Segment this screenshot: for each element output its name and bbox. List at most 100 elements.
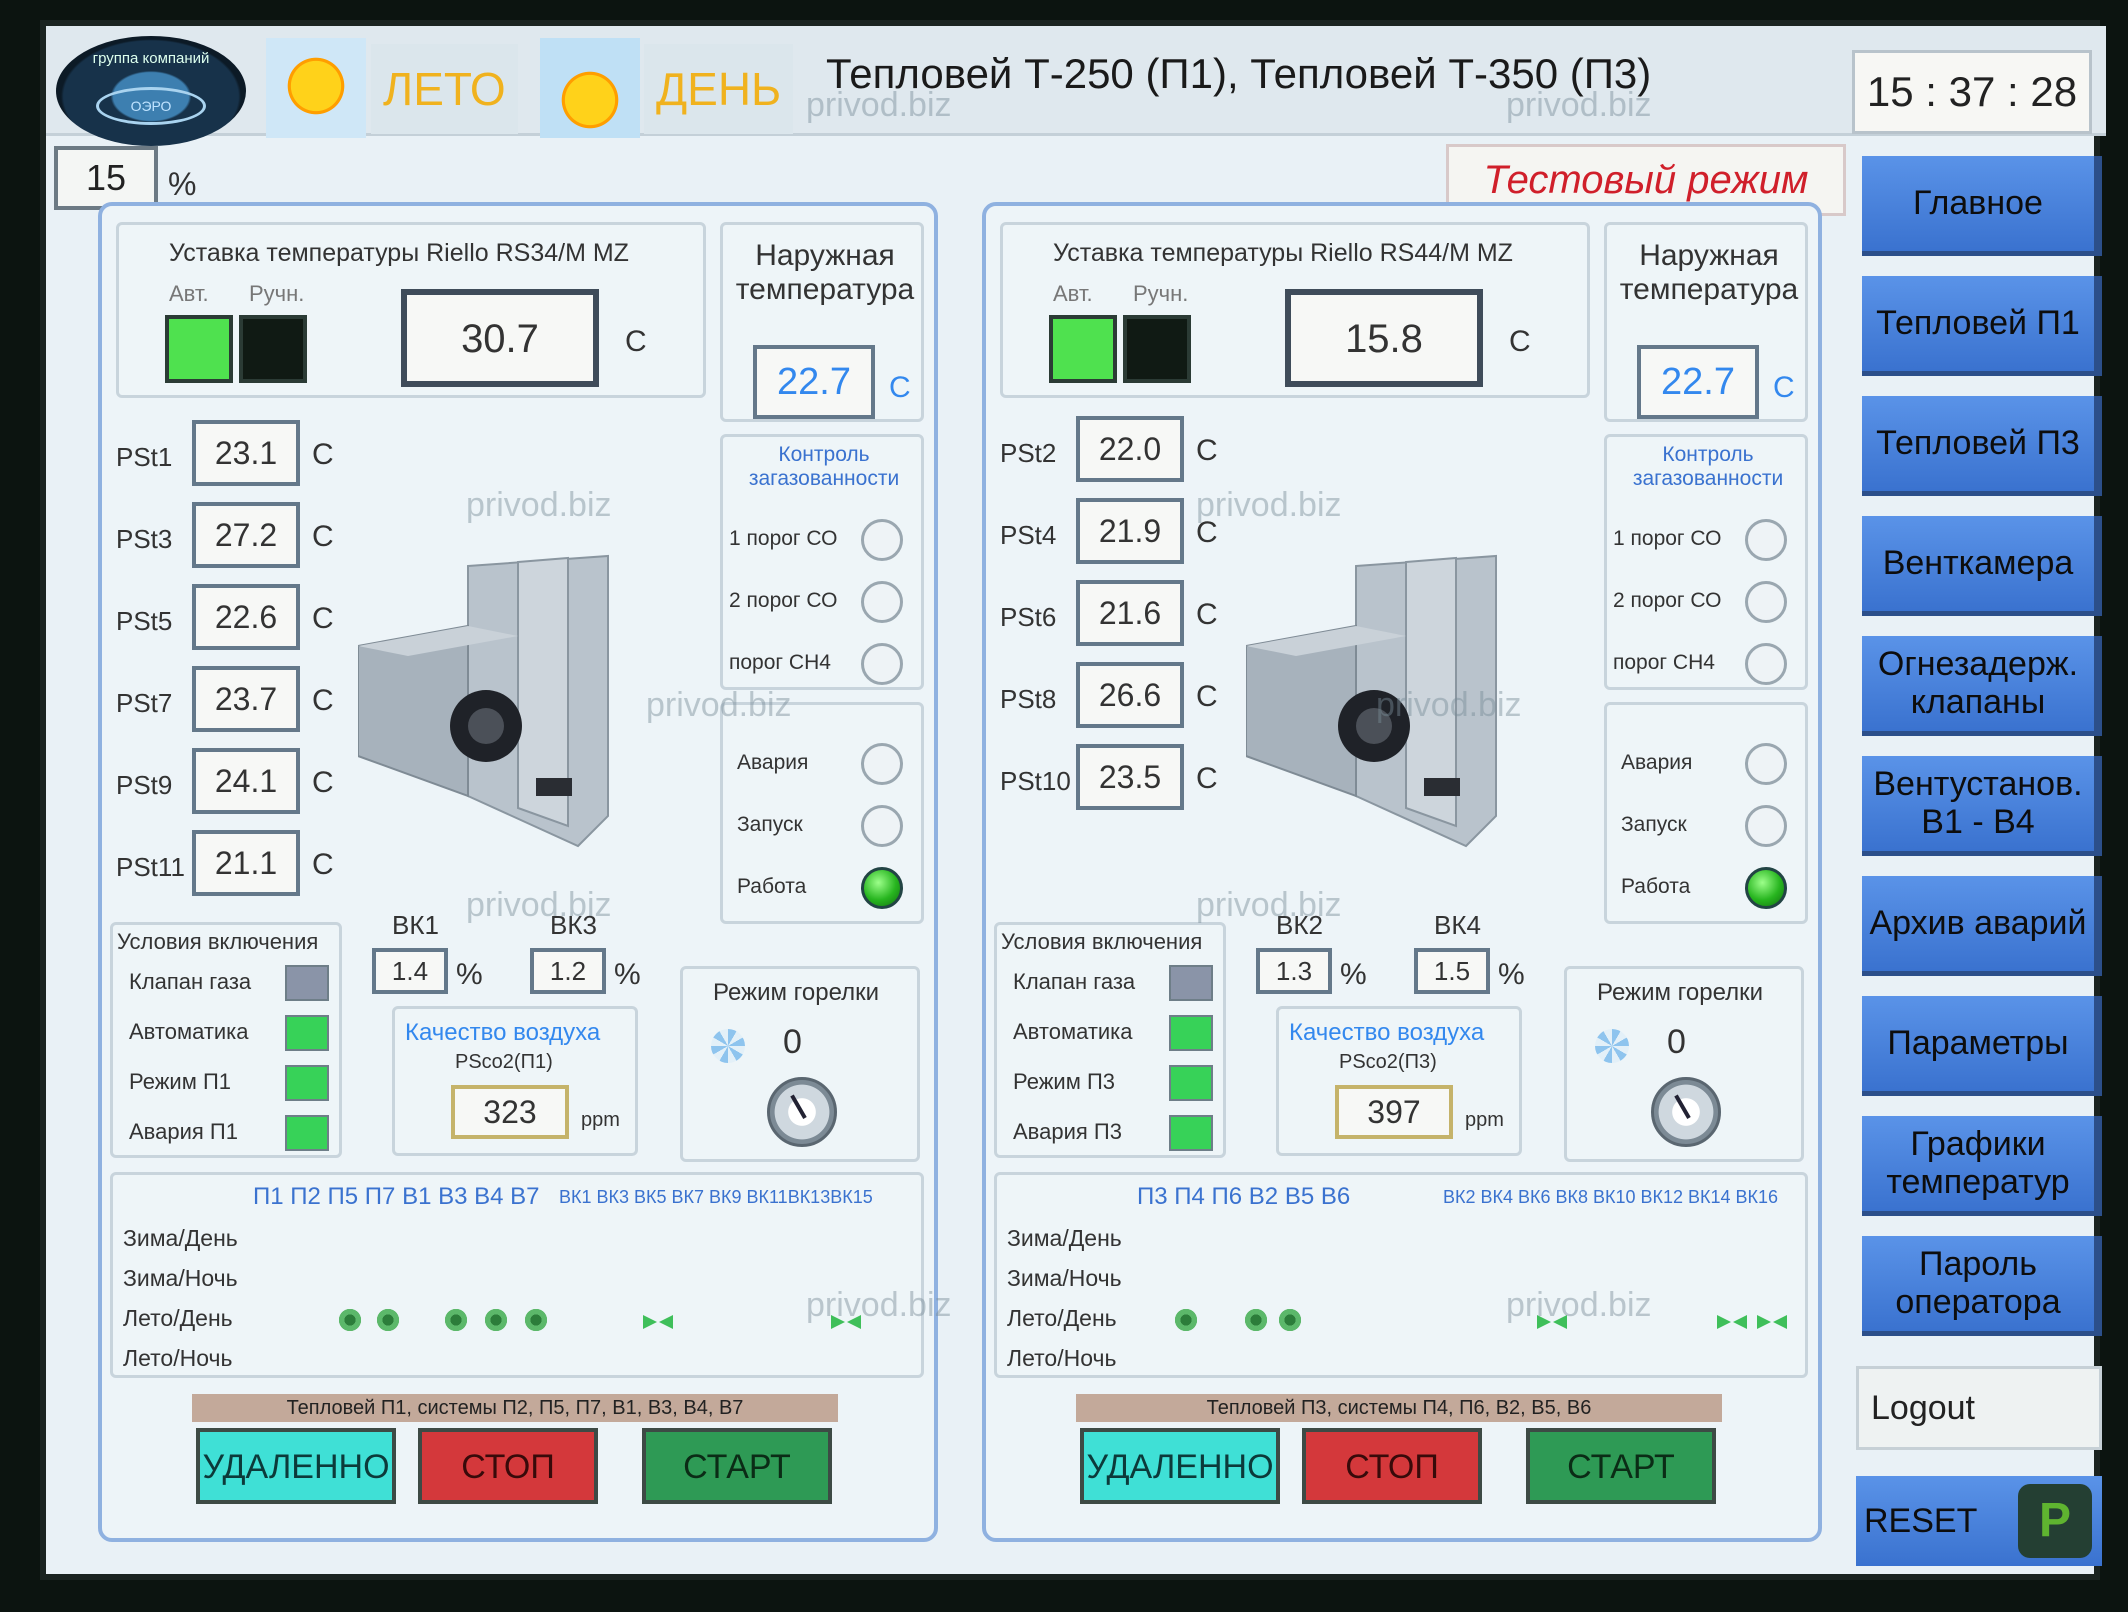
p1-sensor-label-4: PSt7	[116, 688, 173, 718]
p1-sensor-value-3: 22.6	[192, 584, 300, 650]
p3-start-button[interactable]: СТАРТ	[1526, 1428, 1716, 1504]
p1-manual-toggle[interactable]	[239, 315, 307, 383]
p3-sensor-label-3: PSt6	[1000, 602, 1057, 632]
p3-boiler-image	[1246, 554, 1497, 848]
p3-valve-icon-vk16	[1757, 1315, 1787, 1329]
nav-vent-units[interactable]: Вентустанов. В1 - В4	[1862, 756, 2102, 856]
p3-fan-icon-b2	[1277, 1307, 1303, 1333]
p3-manual-label: Ручн.	[1133, 281, 1189, 306]
daytime-label: ДЕНЬ	[644, 44, 794, 134]
p1-sensor-unit-5: C	[312, 766, 334, 799]
p3-conditions-title: Условия включения	[1001, 929, 1203, 954]
nav-operator-password[interactable]: Пароль оператора	[1862, 1236, 2102, 1336]
p3-vk-a-unit: %	[1340, 958, 1367, 991]
p1-gas-control-title: Контроль загазованности	[748, 443, 900, 490]
p-badge-icon: P	[2018, 1484, 2092, 1558]
p1-conditions-group: Условия включения Клапан газа Автоматика…	[110, 922, 342, 1158]
p1-burner-mode-title: Режим горелки	[713, 979, 880, 1006]
p3-sensor-label-4: PSt8	[1000, 684, 1057, 714]
p1-setpoint-value[interactable]: 30.7	[401, 289, 599, 387]
nav-teplovei-p1[interactable]: Тепловей П1	[1862, 276, 2102, 376]
p3-vk-a-value: 1.3	[1256, 948, 1332, 994]
nav-ventkamera[interactable]: Венткамера	[1862, 516, 2102, 616]
p3-gas-co1-indicator	[1745, 519, 1787, 561]
p1-sensor-unit-4: C	[312, 684, 334, 717]
p3-manual-toggle[interactable]	[1123, 315, 1191, 383]
p3-mode-indicator	[1169, 1065, 1213, 1101]
panel-p3: Уставка температуры Riello RS44/M MZ Авт…	[982, 202, 1822, 1542]
p1-sensor-unit-3: C	[312, 602, 334, 635]
p3-auto-toggle[interactable]	[1049, 315, 1117, 383]
p1-stop-button[interactable]: СТОП	[418, 1428, 598, 1504]
p3-sensor-unit-1: C	[1196, 434, 1218, 467]
p3-outside-temp-unit: C	[1773, 371, 1795, 404]
p3-system-strip: Тепловей П3, системы П4, П6, В2, В5, В6	[1076, 1394, 1722, 1422]
p1-sensor-value-6: 21.1	[192, 830, 300, 896]
p3-snowflake-icon	[1595, 1029, 1629, 1063]
p3-setpoint-title: Уставка температуры Riello RS44/M MZ	[1053, 239, 1513, 267]
day-sun-icon	[540, 38, 640, 144]
p3-burner-knob-icon[interactable]	[1651, 1077, 1721, 1147]
p3-gas-co2-label: 2 порог СО	[1613, 589, 1722, 612]
reset-button[interactable]: RESET P	[1856, 1476, 2102, 1566]
p1-start-button[interactable]: СТАРТ	[642, 1428, 832, 1504]
p1-outside-temp-group: Наружная температура 22.7 C	[720, 222, 924, 422]
p3-gas-valve-indicator	[1169, 965, 1213, 1001]
nav-main[interactable]: Главное	[1862, 156, 2102, 256]
nav-teplovei-p3[interactable]: Тепловей П3	[1862, 396, 2102, 496]
p1-burner-mode-group: Режим горелки 0	[680, 966, 920, 1162]
p3-sensor-label-5: PSt10	[1000, 766, 1071, 796]
p3-sensor-value-3: 21.6	[1076, 580, 1184, 646]
p1-co2-unit: ppm	[581, 1109, 620, 1131]
logout-button[interactable]: Logout	[1856, 1366, 2102, 1450]
p1-valve-icon-vk5	[643, 1315, 673, 1329]
p1-co2-value: 323	[451, 1085, 569, 1139]
p1-sensor-value-5: 24.1	[192, 748, 300, 814]
nav-fire-dampers[interactable]: Огнезадерж. клапаны	[1862, 636, 2102, 736]
p1-status-group: Авария Запуск Работа	[720, 702, 924, 924]
p1-vk-b-label: ВК3	[550, 910, 597, 940]
p3-co2-value: 397	[1335, 1085, 1453, 1139]
p1-gas-co2-indicator	[861, 581, 903, 623]
p1-systems-table: П1 П2 П5 П7 В1 В3 В4 В7 ВК1 ВК3 ВК5 ВК7 …	[110, 1172, 924, 1378]
p1-burner-mode-value: 0	[783, 1023, 802, 1061]
p1-sensor-label-1: PSt1	[116, 442, 173, 472]
p3-outside-temp-value: 22.7	[1637, 345, 1759, 419]
nav-temp-charts[interactable]: Графики температур	[1862, 1116, 2102, 1216]
p1-burner-knob-icon[interactable]	[767, 1077, 837, 1147]
p1-auto-toggle[interactable]	[165, 315, 233, 383]
p3-automation-indicator	[1169, 1015, 1213, 1051]
p3-stop-button[interactable]: СТОП	[1302, 1428, 1482, 1504]
p3-sensor-value-4: 26.6	[1076, 662, 1184, 728]
logo-caption: группа компаний	[92, 50, 210, 67]
p1-sensor-label-6: PSt11	[116, 852, 185, 882]
p1-auto-label: Авт.	[169, 281, 209, 306]
p3-gas-ch4-label: порог СН4	[1613, 651, 1715, 674]
p3-fan-icon-p3	[1173, 1307, 1199, 1333]
p1-gas-co1-label: 1 порог СО	[729, 527, 838, 550]
p3-sensor-unit-5: C	[1196, 762, 1218, 795]
p1-sensor-unit-6: C	[312, 848, 334, 881]
p3-alarm-label: Авария	[1621, 751, 1693, 774]
panel-p1: Уставка температуры Riello RS34/M MZ Авт…	[98, 202, 938, 1542]
p3-mode-winter-day: Зима/День	[1007, 1225, 1122, 1251]
p1-valve-icon-vk13	[831, 1315, 861, 1329]
p1-remote-button[interactable]: УДАЛЕННО	[196, 1428, 396, 1504]
p1-setpoint-title: Уставка температуры Riello RS34/M MZ	[169, 239, 629, 267]
p3-vk-b-value: 1.5	[1414, 948, 1490, 994]
p1-sensor-unit-1: C	[312, 438, 334, 471]
p1-mode-summer-night: Лето/Ночь	[123, 1345, 233, 1371]
p1-sensor-value-1: 23.1	[192, 420, 300, 486]
summer-sun-icon	[266, 38, 366, 138]
nav-parameters[interactable]: Параметры	[1862, 996, 2102, 1096]
p1-fan-icon-b4	[523, 1307, 549, 1333]
p3-remote-button[interactable]: УДАЛЕННО	[1080, 1428, 1280, 1504]
p3-outside-temp-group: Наружная температура 22.7 C	[1604, 222, 1808, 422]
p1-launch-label: Запуск	[737, 813, 803, 836]
p3-sensor-value-2: 21.9	[1076, 498, 1184, 564]
p3-setpoint-value[interactable]: 15.8	[1285, 289, 1483, 387]
p3-burner-mode-value: 0	[1667, 1023, 1686, 1061]
global-percent-value[interactable]: 15	[54, 146, 158, 210]
nav-alarm-archive[interactable]: Архив аварий	[1862, 876, 2102, 976]
hmi-screen: группа компаний ОЭРО ЛЕТО ДЕНЬ Тепловей …	[40, 20, 2106, 1580]
